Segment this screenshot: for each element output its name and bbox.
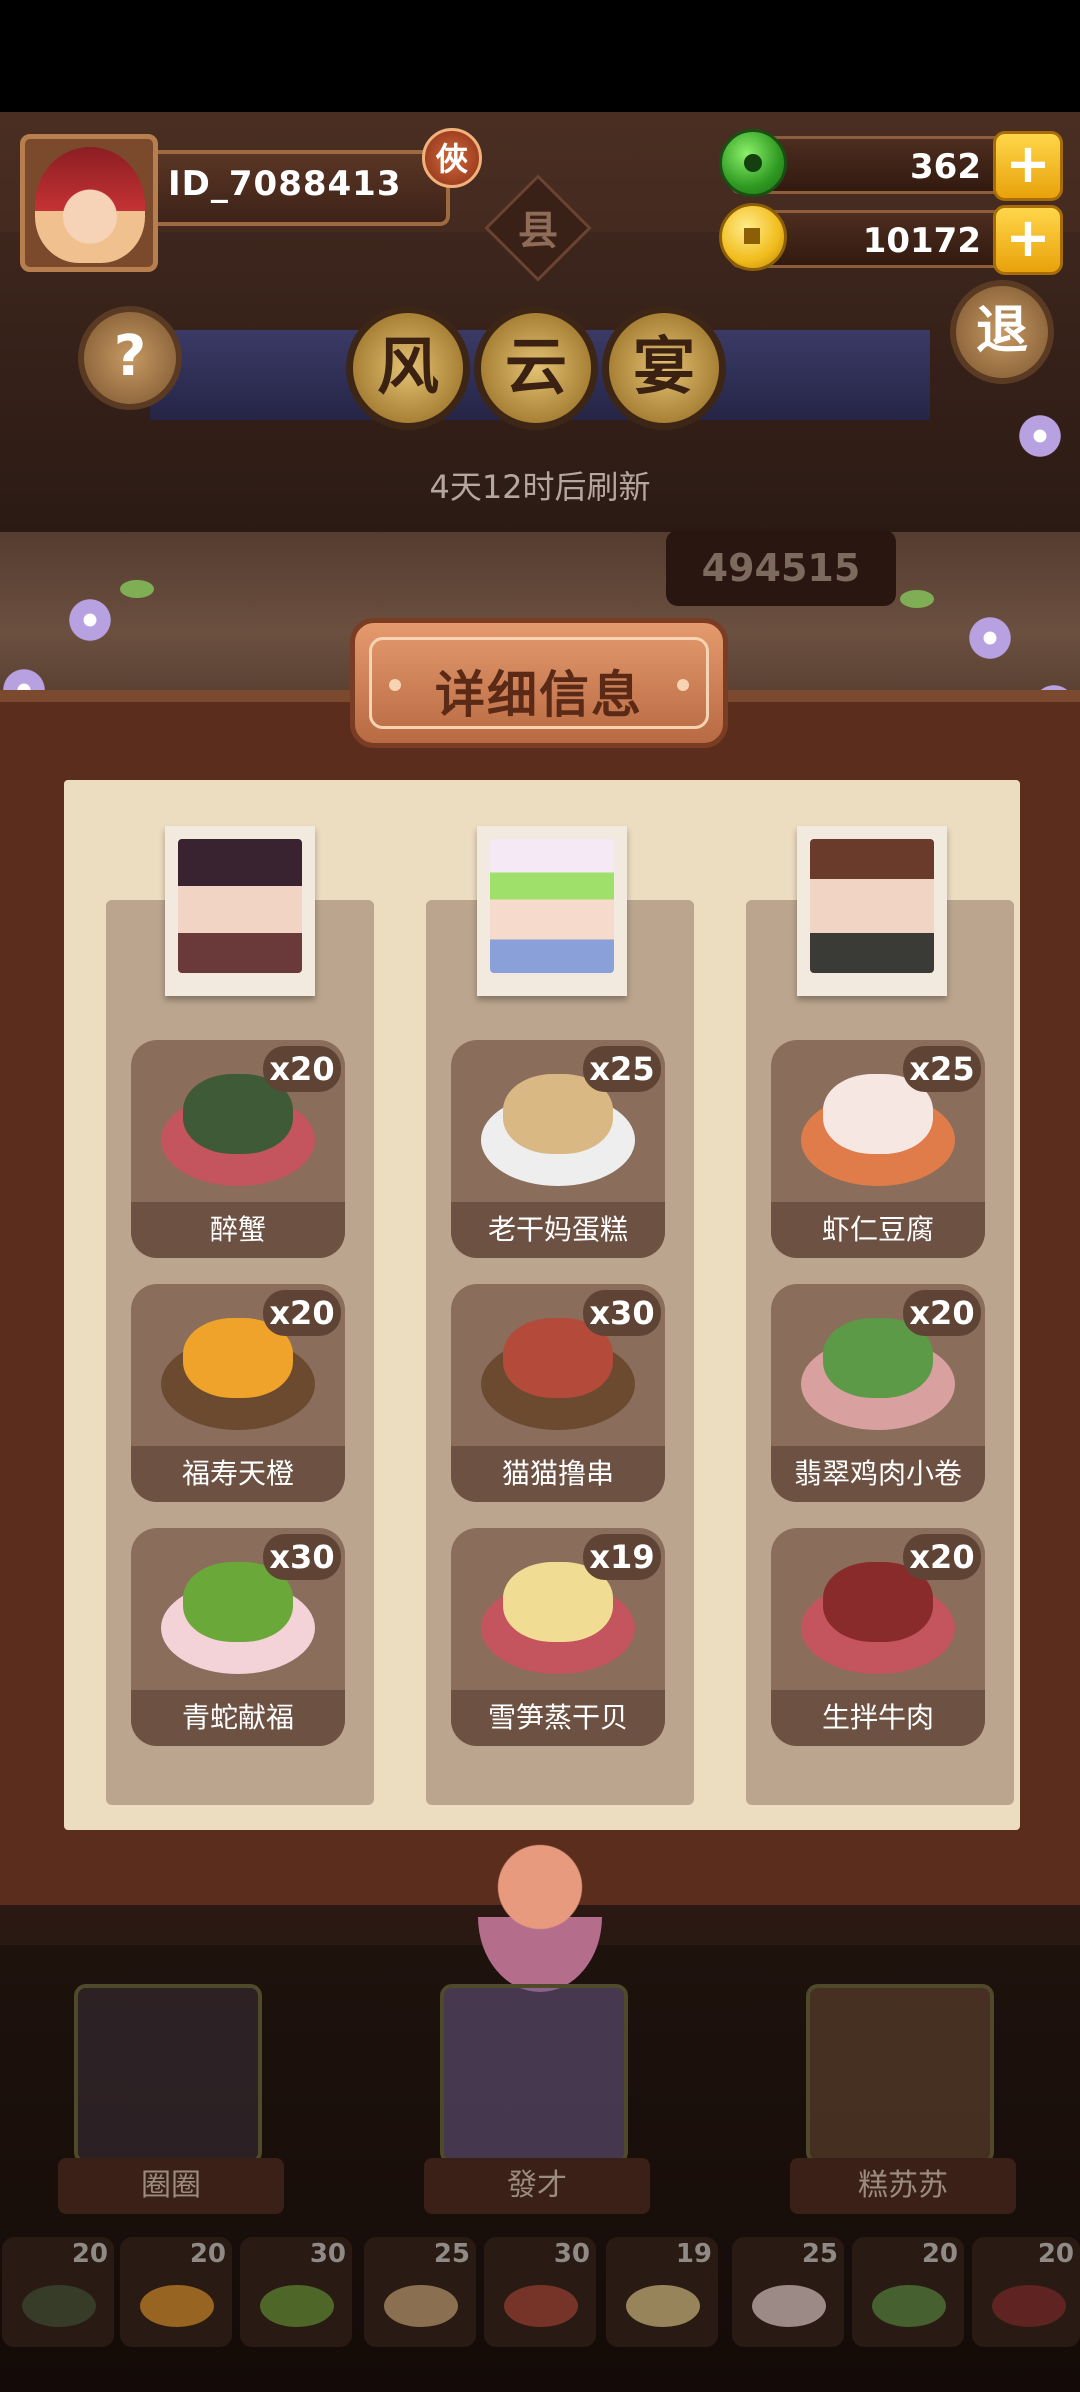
player-avatar[interactable] (20, 134, 158, 272)
title-char-2: 云 (474, 306, 598, 430)
chef-portrait-2 (477, 826, 627, 996)
add-jade-button[interactable]: + (993, 131, 1063, 201)
flower-decoration (966, 614, 1014, 662)
dish-name: 雪笋蒸干贝 (451, 1690, 665, 1746)
inventory-slot[interactable]: 25 (364, 2237, 476, 2347)
gold-value: 10172 (862, 221, 981, 261)
dish-quantity: x25 (583, 1046, 661, 1092)
chef-portrait-3 (797, 826, 947, 996)
dish-quantity: x30 (263, 1534, 341, 1580)
details-title-plate: 详细信息 (350, 618, 728, 748)
dish-thumb-icon (260, 2285, 334, 2327)
leaf-decoration (900, 590, 934, 608)
dish-name: 翡翠鸡肉小卷 (771, 1446, 985, 1502)
dish-name: 福寿天橙 (131, 1446, 345, 1502)
inventory-slot[interactable]: 30 (240, 2237, 352, 2347)
inventory-count: 19 (675, 2239, 712, 2269)
chef-name-3: 糕苏苏 (790, 2158, 1016, 2214)
dish-thumb-icon (22, 2285, 96, 2327)
dish-name: 老干妈蛋糕 (451, 1202, 665, 1258)
exit-button[interactable]: 退 (950, 280, 1054, 384)
rank-badge: 俠 (422, 128, 482, 188)
help-button[interactable]: ? (78, 306, 182, 410)
dish-thumb-icon (140, 2285, 214, 2327)
dish-card[interactable]: x30 青蛇献福 (131, 1528, 345, 1746)
inventory-count: 20 (921, 2239, 958, 2269)
inventory-count: 30 (553, 2239, 590, 2269)
title-char-1: 风 (346, 306, 470, 430)
dish-thumb-icon (384, 2285, 458, 2327)
chef-name-2: 發才 (424, 2158, 650, 2214)
dish-quantity: x20 (903, 1534, 981, 1580)
inventory-count: 25 (433, 2239, 470, 2269)
chef-card-quanquan[interactable] (74, 1984, 262, 2164)
chef-facai-portrait (490, 839, 614, 973)
inventory-slot[interactable]: 20 (852, 2237, 964, 2347)
dish-quantity: x20 (903, 1290, 981, 1336)
jade-value: 362 (910, 147, 981, 187)
county-label: 县 (518, 208, 558, 254)
dish-card[interactable]: x20 翡翠鸡肉小卷 (771, 1284, 985, 1502)
dish-thumb-icon (752, 2285, 826, 2327)
inventory-count: 20 (189, 2239, 226, 2269)
inventory-slot[interactable]: 20 (972, 2237, 1080, 2347)
dish-quantity: x19 (583, 1534, 661, 1580)
inventory-count: 25 (801, 2239, 838, 2269)
leaf-decoration (120, 580, 154, 598)
dish-quantity: x20 (263, 1046, 341, 1092)
inventory-slot[interactable]: 20 (2, 2237, 114, 2347)
dish-thumb-icon (626, 2285, 700, 2327)
chef-gaosusu-thumb (810, 1988, 990, 2160)
dish-name: 虾仁豆腐 (771, 1202, 985, 1258)
dish-name: 猫猫撸串 (451, 1446, 665, 1502)
flower-decoration (1016, 412, 1064, 460)
inventory-count: 20 (1037, 2239, 1074, 2269)
chef-card-gaosusu[interactable] (806, 1984, 994, 2164)
flower-decoration (66, 596, 114, 644)
add-gold-button[interactable]: + (993, 205, 1063, 275)
dish-name: 醉蟹 (131, 1202, 345, 1258)
dish-quantity: x20 (263, 1290, 341, 1336)
chef-quanquan-portrait (178, 839, 302, 973)
score-plate: 494515 (666, 530, 896, 606)
chef-portrait-1 (165, 826, 315, 996)
chef-quanquan-thumb (78, 1988, 258, 2160)
dish-card[interactable]: x25 虾仁豆腐 (771, 1040, 985, 1258)
dish-card[interactable]: x20 醉蟹 (131, 1040, 345, 1258)
dish-quantity: x30 (583, 1290, 661, 1336)
chef-name-1: 圈圈 (58, 2158, 284, 2214)
inventory-slot[interactable]: 19 (606, 2237, 718, 2347)
dish-thumb-icon (504, 2285, 578, 2327)
refresh-timer: 4天12时后刷新 (429, 468, 651, 506)
dish-name: 生拌牛肉 (771, 1690, 985, 1746)
dish-card[interactable]: x19 雪笋蒸干贝 (451, 1528, 665, 1746)
dish-card[interactable]: x20 福寿天橙 (131, 1284, 345, 1502)
gold-coin-icon (719, 203, 787, 271)
knot-ornament-icon (478, 1842, 602, 1992)
chef-card-facai[interactable] (440, 1984, 628, 2164)
inventory-slot[interactable]: 30 (484, 2237, 596, 2347)
inventory-slot[interactable]: 20 (120, 2237, 232, 2347)
player-id: ID_7088413 (168, 164, 402, 204)
dish-card[interactable]: x25 老干妈蛋糕 (451, 1040, 665, 1258)
dish-thumb-icon (992, 2285, 1066, 2327)
dish-thumb-icon (872, 2285, 946, 2327)
inventory-count: 20 (71, 2239, 108, 2269)
dish-quantity: x25 (903, 1046, 981, 1092)
gold-currency: 10172 + (719, 203, 1063, 275)
jade-coin-icon (719, 129, 787, 197)
dish-card[interactable]: x30 猫猫撸串 (451, 1284, 665, 1502)
dish-name: 青蛇献福 (131, 1690, 345, 1746)
inventory-slot[interactable]: 25 (732, 2237, 844, 2347)
avatar-face-icon (35, 147, 145, 263)
inventory-count: 30 (309, 2239, 346, 2269)
dish-card[interactable]: x20 生拌牛肉 (771, 1528, 985, 1746)
jade-currency: 362 + (719, 129, 1063, 201)
title-char-3: 宴 (602, 306, 726, 430)
chef-facai-thumb (444, 1988, 624, 2160)
details-title: 详细信息 (435, 666, 643, 724)
chef-gaosusu-portrait (810, 839, 934, 973)
